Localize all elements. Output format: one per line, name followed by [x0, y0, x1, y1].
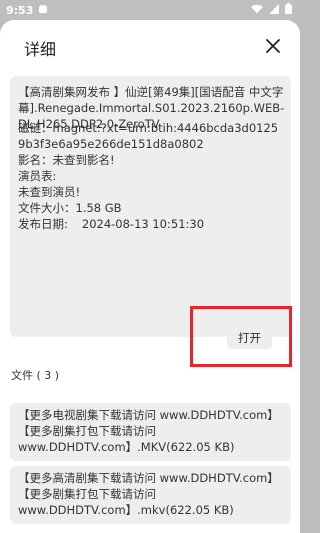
movie-name: 影名：未查到影名!: [18, 153, 115, 167]
status-time: 9:53: [6, 3, 34, 17]
file-name-line: www.DDHDTV.com】.mkv(622.05 KB): [18, 503, 234, 517]
file-name-line: 【更多剧集打包下载请访问: [18, 424, 156, 438]
dialog-title: 详细: [24, 40, 57, 59]
wifi-icon: [251, 4, 263, 17]
file-name-line: 【更多高清剧集下载请访问 www.DDHDTV.com】: [18, 471, 279, 485]
file-item[interactable]: 【更多高清剧集下载请访问 www.DDHDTV.com】 【更多剧集打包下载请访…: [10, 466, 291, 524]
signal-icon: [269, 3, 279, 17]
torrent-info-card: 【高清剧集网发布 】仙逆[第49集][国语配音 中文字幕].Renegade.I…: [10, 76, 291, 337]
status-right: [251, 3, 292, 17]
status-bar: 9:53: [0, 0, 300, 20]
magnet-link: 磁链：magnet:?xt=urn:btih:4446bcda3d01259b3…: [18, 121, 279, 151]
release-title: 【高清剧集网发布 】仙逆[第49集][国语配音 中文字幕].Renegade.I…: [18, 85, 285, 131]
file-item[interactable]: 【更多电视剧集下载请访问 www.DDHDTV.com】 【更多剧集打包下载请访…: [10, 403, 291, 461]
release-date: 发布日期: 2024-08-13 10:51:30: [18, 216, 285, 232]
dialog-header: 详细: [0, 20, 300, 74]
close-button[interactable]: [264, 37, 282, 55]
files-label: 文件 ( 3 ): [11, 369, 60, 382]
file-name-line: 【更多剧集打包下载请访问: [18, 487, 156, 501]
android-notification-icon: [38, 4, 48, 17]
file-name-line: 【更多电视剧集下载请访问 www.DDHDTV.com】: [18, 408, 279, 422]
actors-value: 未查到演员!: [18, 185, 81, 199]
actors-label: 演员表:: [18, 169, 57, 183]
highlight-box: [190, 306, 292, 367]
battery-icon: [285, 3, 292, 17]
status-left: 9:53: [6, 4, 48, 17]
file-name-line: www.DDHDTV.com】.MKV(622.05 KB): [18, 440, 235, 454]
release-date-value: 2024-08-13 10:51:30: [81, 217, 205, 231]
release-date-label: 发布日期:: [18, 217, 68, 231]
file-size: 文件大小：1.58 GB: [18, 201, 122, 215]
close-icon: [266, 39, 280, 53]
